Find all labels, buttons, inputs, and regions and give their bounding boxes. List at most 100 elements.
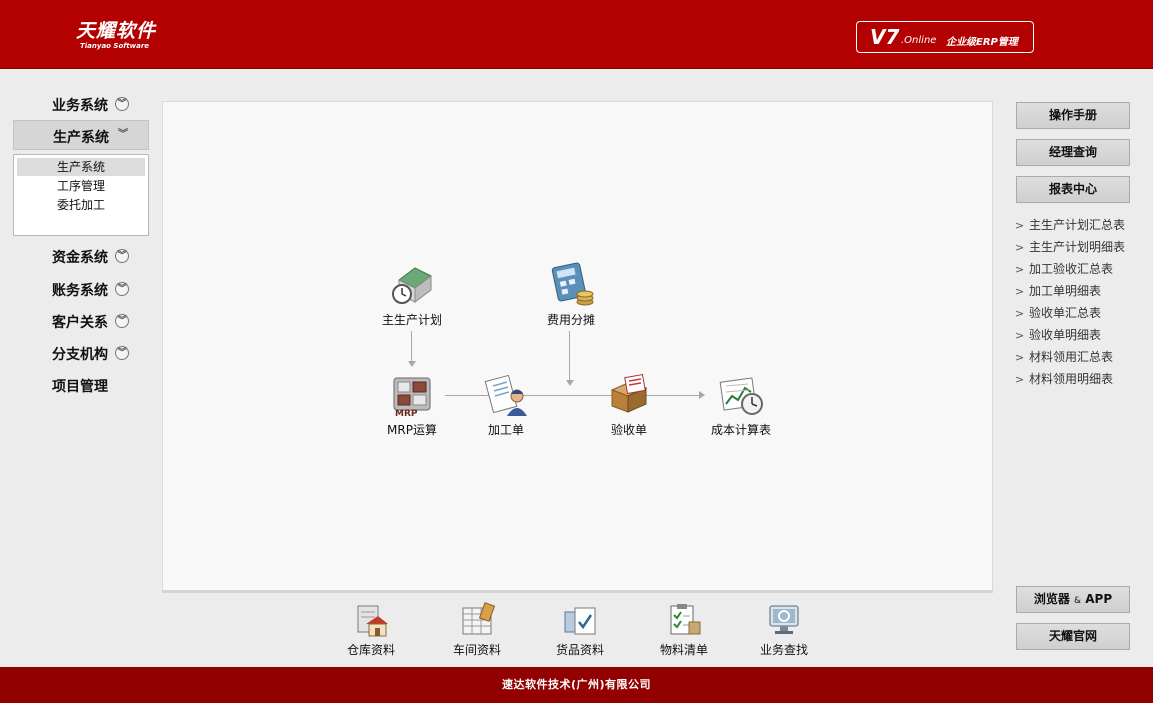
report-link-label: 主生产计划汇总表 [1029,218,1126,232]
header-bar: 天耀软件 Tianyao Software V7 .Online 企业级ERP管… [0,0,1153,69]
app-label: APP [1085,592,1113,606]
report-link-master-plan-summary[interactable]: > 主生产计划汇总表 [1015,214,1145,236]
checklist-icon [670,604,701,635]
version-suffix: .Online [901,35,937,46]
cost-chart-icon [719,377,763,415]
goods-icon [564,607,596,635]
flow-node-label: 加工单 [487,423,524,437]
workshop-icon [462,602,496,635]
tool-business-search[interactable]: 业务查找 [744,602,824,658]
menu-item-label: 账务系统 [52,283,108,299]
menu-item-branches[interactable]: 分支机构 ︾ [13,338,149,368]
report-link-label: 材料领用汇总表 [1029,350,1114,364]
report-link-label: 加工单明细表 [1029,284,1102,298]
menu-item-production[interactable]: 生产系统 ︾ [13,120,149,150]
chevron-down-icon[interactable]: ︾ [115,97,129,111]
arrow-down-icon [408,361,416,367]
chevron-down-icon[interactable]: ︾ [115,346,129,360]
submenu-item-outsourcing[interactable]: 委托加工 [17,196,145,214]
menu-item-label: 项目管理 [52,379,108,395]
arrow-down-icon [566,380,574,386]
tool-workshop[interactable]: 车间资料 [437,602,517,658]
menu-item-projects[interactable]: 项目管理 [13,370,149,400]
chevron-right-icon: > [1015,241,1025,254]
workflow-panel: 主生产计划 费用分摊 MRP MRP运算 加工单 验收单 成本计算表 [162,101,993,593]
flow-node-label: 主生产计划 [381,313,442,327]
receipt-book-icon [610,373,648,413]
menu-item-accounting[interactable]: 账务系统 ︾ [13,274,149,304]
chevron-right-icon: > [1015,307,1025,320]
tool-label: 业务查找 [759,643,808,657]
tool-goods[interactable]: 货品资料 [540,602,620,658]
report-center-button[interactable]: 报表中心 [1016,176,1130,203]
tool-warehouse[interactable]: 仓库资料 [331,602,411,658]
submenu-item-production-system[interactable]: 生产系统 [17,158,145,176]
warehouse-icon [357,605,388,637]
chevron-down-icon[interactable]: ︾ [115,314,129,328]
report-link-material-summary[interactable]: > 材料领用汇总表 [1015,346,1145,368]
flow-node-cost-allocation[interactable]: 费用分摊 [526,262,616,328]
chevron-down-icon[interactable]: ︾ [115,249,129,263]
report-link-material-detail[interactable]: > 材料领用明细表 [1015,368,1145,390]
report-link-label: 验收单汇总表 [1029,306,1102,320]
bottom-toolbar: 仓库资料 车间资料 货品资料 物料清单 业务查找 [162,596,993,664]
tool-label: 货品资料 [555,643,604,657]
official-site-button[interactable]: 天耀官网 [1016,623,1130,650]
chevron-right-icon: > [1015,329,1025,342]
report-link-label: 验收单明细表 [1029,328,1102,342]
tool-label: 仓库资料 [346,643,395,657]
connector-line [411,331,412,364]
flow-node-mrp[interactable]: MRP MRP运算 [367,372,457,438]
menu-item-funds[interactable]: 资金系统 ︾ [13,241,149,271]
tool-label: 物料清单 [659,643,708,657]
report-link-label: 材料领用明细表 [1029,372,1114,386]
submenu-item-process-management[interactable]: 工序管理 [17,177,145,195]
logo-cn-text: 天耀软件 [76,20,157,42]
version-description: 企业级ERP管理 [946,37,1018,48]
flow-node-master-plan[interactable]: 主生产计划 [367,262,457,328]
plan-icon [392,267,432,304]
footer-bar: 速达软件技术(广州)有限公司 [0,667,1153,703]
report-link-master-plan-detail[interactable]: > 主生产计划明细表 [1015,236,1145,258]
company-logo: 天耀软件 Tianyao Software [76,20,156,51]
logo-en-text: Tianyao Software [80,42,150,50]
flow-node-label: 验收单 [610,423,647,437]
chevron-right-icon: > [1015,263,1025,276]
flow-node-cost-sheet[interactable]: 成本计算表 [696,372,786,438]
report-link-acceptance-detail[interactable]: > 验收单明细表 [1015,324,1145,346]
menu-item-crm[interactable]: 客户关系 ︾ [13,306,149,336]
report-link-acceptance-summary[interactable]: > 验收单汇总表 [1015,302,1145,324]
browser-app-button[interactable]: 浏览器 & APP [1016,586,1130,613]
version-badge: V7 .Online 企业级ERP管理 [856,21,1034,53]
calculator-coins-icon [551,262,594,306]
flow-node-acceptance[interactable]: 验收单 [584,372,674,438]
chevron-down-icon[interactable]: ︾ [115,282,129,296]
chevron-down-icon[interactable]: ︾ [116,129,130,143]
tool-label: 车间资料 [452,643,501,657]
menu-item-label: 客户关系 [52,315,108,331]
report-link-work-order-detail[interactable]: > 加工单明细表 [1015,280,1145,302]
ampersand-label: & [1074,596,1082,606]
report-link-processing-summary[interactable]: > 加工验收汇总表 [1015,258,1145,280]
chevron-right-icon: > [1015,351,1025,364]
tool-bom[interactable]: 物料清单 [644,602,724,658]
report-list: > 主生产计划汇总表 > 主生产计划明细表 > 加工验收汇总表 > 加工单明细表 > 验收… [1015,214,1145,390]
search-monitor-icon [769,605,799,634]
browser-label: 浏览器 [1033,592,1070,606]
flow-node-label: MRP运算 [387,423,437,437]
connector-line [569,331,570,382]
footer-company-text: 速达软件技术(广州)有限公司 [501,678,652,691]
manager-query-button[interactable]: 经理查询 [1016,139,1130,166]
flow-node-label: 费用分摊 [546,313,595,327]
manual-button[interactable]: 操作手册 [1016,102,1130,129]
svg-text:MRP: MRP [395,409,418,418]
menu-item-business[interactable]: 业务系统 ︾ [13,89,149,119]
chevron-right-icon: > [1015,373,1025,386]
flow-node-work-order[interactable]: 加工单 [461,372,551,438]
worker-clipboard-icon [484,374,527,416]
menu-item-label: 生产系统 [53,130,109,146]
menu-item-label: 业务系统 [52,98,108,114]
menu-item-label: 资金系统 [52,250,108,266]
report-link-label: 加工验收汇总表 [1029,262,1114,276]
chevron-right-icon: > [1015,219,1025,232]
